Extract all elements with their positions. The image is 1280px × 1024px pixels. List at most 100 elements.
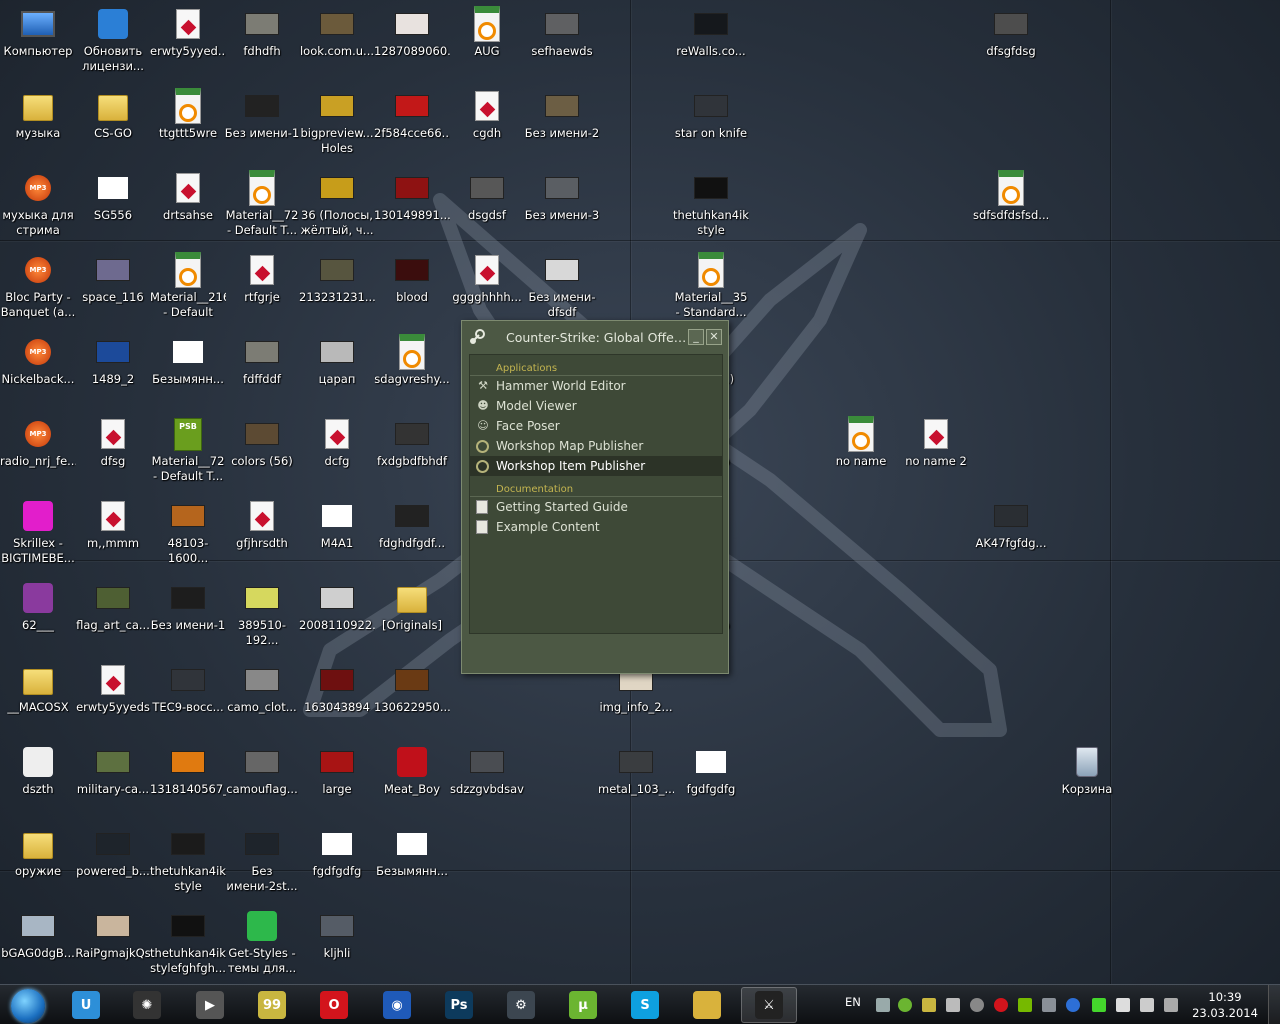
taskbar-app-explorer[interactable] [679, 987, 735, 1023]
desktop-icon[interactable]: Без имени-2 [524, 84, 600, 164]
taskbar-app-utorrent[interactable]: µ [555, 987, 611, 1023]
desktop-icon[interactable]: 1287089060... [374, 2, 450, 82]
desktop-icon[interactable]: thetuhkan4ik stylefghfgh... [150, 904, 226, 984]
desktop-icon[interactable]: 1318140567_8 [150, 740, 226, 820]
start-button[interactable] [4, 986, 54, 1024]
desktop-icon[interactable]: Без имени-3 [524, 166, 600, 246]
jump-menu-item[interactable]: Getting Started Guide [470, 497, 722, 517]
desktop-icon[interactable]: erwty5yyed... [150, 2, 226, 82]
desktop-icon[interactable]: flag_art_ca... [75, 576, 151, 656]
desktop-icon[interactable]: sdfsdfdsfsd... [973, 166, 1049, 246]
nvidia-tray-icon[interactable] [1018, 998, 1032, 1012]
close-button[interactable]: ✕ [706, 329, 722, 345]
desktop-icon[interactable]: large [299, 740, 375, 820]
desktop-icon[interactable]: Material__72 - Default T... [150, 412, 226, 492]
desktop-icon[interactable]: Безымянн... [374, 822, 450, 902]
taskbar-app-browser[interactable]: ◉ [369, 987, 425, 1023]
desktop-icon[interactable]: 163043894 [299, 658, 375, 738]
desktop-icon[interactable]: bigpreview... Holes [299, 84, 375, 164]
desktop-icon[interactable]: Get-Styles - темы для... [224, 904, 300, 984]
network-tray-icon[interactable] [876, 998, 890, 1012]
desktop-icon[interactable]: dfsg [75, 412, 151, 492]
desktop-icon[interactable]: Material__216 - Default Te... [150, 248, 226, 328]
desktop-icon[interactable]: powered_b... [75, 822, 151, 902]
desktop-icon[interactable]: __MACOSX [0, 658, 76, 738]
desktop-icon[interactable]: Без имени-2st... [224, 822, 300, 902]
razer-tray-icon[interactable] [1092, 998, 1106, 1012]
jump-menu-item[interactable]: Workshop Item Publisher [470, 456, 722, 476]
taskbar-app-photoshop[interactable]: Ps [431, 987, 487, 1023]
show-desktop-button[interactable] [1268, 985, 1280, 1024]
desktop-icon[interactable]: dcfg [299, 412, 375, 492]
desktop-icon[interactable]: fgdfgdfg [673, 740, 749, 820]
desktop-icon[interactable]: colors (56) [224, 412, 300, 492]
desktop-icon[interactable]: 62___ [0, 576, 76, 656]
taskbar-app-uplay[interactable]: U [58, 987, 114, 1023]
jump-menu-item[interactable]: Workshop Map Publisher [470, 436, 722, 456]
desktop-icon[interactable]: thetuhkan4ik style [150, 822, 226, 902]
taskbar-app-skype[interactable]: S [617, 987, 673, 1023]
volume-tray-icon[interactable] [1140, 998, 1154, 1012]
network-status-icon[interactable] [1164, 998, 1178, 1012]
info-tray-icon[interactable] [1066, 998, 1080, 1012]
desktop-icon[interactable]: M4A1 [299, 494, 375, 574]
taskbar-app-video-player[interactable]: ▶ [182, 987, 238, 1023]
desktop-icon[interactable]: Material__35 - Standard... [673, 248, 749, 328]
desktop-icon[interactable]: музыка [0, 84, 76, 164]
desktop-icon[interactable]: erwty5yyeds [75, 658, 151, 738]
desktop-icon[interactable]: kljhli [299, 904, 375, 984]
desktop-icon[interactable]: fdghdfgdf... [374, 494, 450, 574]
desktop-icon[interactable]: radio_nrj_fe... [0, 412, 76, 492]
desktop-icon[interactable]: Meat_Boy [374, 740, 450, 820]
desktop-icon[interactable]: fgdfgdfg [299, 822, 375, 902]
desktop-icon[interactable]: RaiPgmajkQs [75, 904, 151, 984]
app-tray-icon[interactable] [946, 998, 960, 1012]
desktop-icon[interactable]: camo_clot... [224, 658, 300, 738]
desktop-icon[interactable]: 130622950... [374, 658, 450, 738]
desktop-icon[interactable]: drtsahse [150, 166, 226, 246]
desktop-icon[interactable]: look.com.u... [299, 2, 375, 82]
desktop-icon[interactable]: TEC9-восс... [150, 658, 226, 738]
desktop-icon[interactable]: мухыка для стрима [0, 166, 76, 246]
clock[interactable]: 10:39 23.03.2014 [1188, 989, 1262, 1021]
jump-menu-item[interactable]: ☺ Face Poser [470, 416, 722, 436]
desktop-icon[interactable]: sdagvreshy... [374, 330, 450, 410]
language-indicator[interactable]: EN [845, 995, 861, 1009]
desktop-icon[interactable]: metal_103_... [598, 740, 674, 820]
taskbar-app-archive[interactable]: 99 [244, 987, 300, 1023]
desktop-icon[interactable]: Bloc Party - Banquet (a... [0, 248, 76, 328]
desktop-icon[interactable]: rtfgrje [224, 248, 300, 328]
desktop-icon[interactable]: 48103-1600... [150, 494, 226, 574]
desktop-icon[interactable]: space_116 [75, 248, 151, 328]
taskbar-app-opera[interactable]: O [306, 987, 362, 1023]
desktop-icon[interactable]: fdhdfh [224, 2, 300, 82]
desktop-icon[interactable]: SG556 [75, 166, 151, 246]
desktop-icon[interactable]: camouflag... [224, 740, 300, 820]
desktop[interactable]: Компьютер Обновить лицензи... erwty5yyed..… [0, 0, 1280, 984]
flag-tray-icon[interactable] [1116, 998, 1130, 1012]
record-tray-icon[interactable] [994, 998, 1008, 1012]
jump-menu-item[interactable]: Example Content [470, 517, 722, 537]
desktop-icon[interactable]: Безымянн... [150, 330, 226, 410]
desktop-icon[interactable]: оружие [0, 822, 76, 902]
desktop-icon[interactable]: reWalls.co... [673, 2, 749, 82]
desktop-icon[interactable]: Корзина [1049, 740, 1125, 820]
desktop-icon[interactable]: 130149891... [374, 166, 450, 246]
desktop-icon[interactable]: [Originals] [374, 576, 450, 656]
desktop-icon[interactable]: ttgttt5wre [150, 84, 226, 164]
desktop-icon[interactable]: military-ca... [75, 740, 151, 820]
desktop-icon[interactable]: dfsgfdsg [973, 2, 1049, 82]
desktop-icon[interactable]: m,,mmm [75, 494, 151, 574]
desktop-icon[interactable]: 213231231... [299, 248, 375, 328]
desktop-icon[interactable]: 36 (Полосы, жёлтый, ч... [299, 166, 375, 246]
desktop-icon[interactable]: Без имени-1 [150, 576, 226, 656]
desktop-icon[interactable]: Skrillex - BIGTIMEBE... [0, 494, 76, 574]
desktop-icon[interactable]: Nickelback... [0, 330, 76, 410]
desktop-icon[interactable]: Без имени-dfsdf [524, 248, 600, 328]
desktop-icon[interactable]: 2008110922... [299, 576, 375, 656]
steam-tray-icon[interactable] [1042, 998, 1056, 1012]
taskbar-app-unknown-spiral[interactable]: ✺ [119, 987, 175, 1023]
jump-menu-item[interactable]: ☻ Model Viewer [470, 396, 722, 416]
desktop-icon[interactable]: Без имени-1 [224, 84, 300, 164]
desktop-icon[interactable]: gggghhhh... [449, 248, 525, 328]
